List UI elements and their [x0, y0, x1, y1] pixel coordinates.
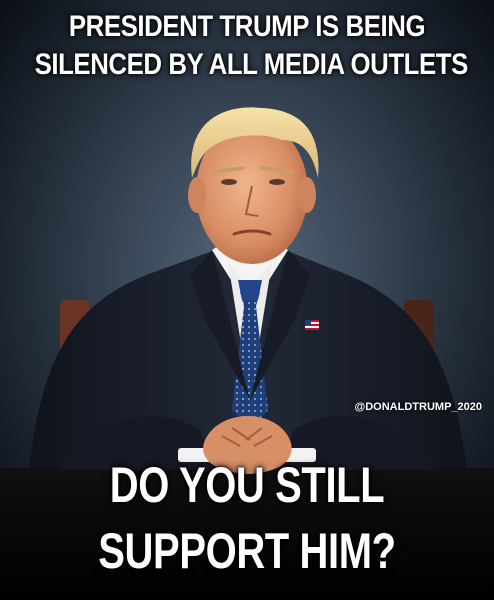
right-eye — [269, 179, 285, 185]
top-caption: PRESIDENT TRUMP IS BEING SILENCED BY ALL… — [34, 8, 469, 84]
right-ear — [298, 177, 316, 213]
left-eye — [221, 179, 237, 185]
meme-image: PRESIDENT TRUMP IS BEING SILENCED BY ALL… — [0, 0, 494, 600]
top-caption-line-1: PRESIDENT TRUMP IS BEING — [68, 10, 426, 43]
left-ear — [188, 177, 206, 213]
bottom-caption: DO YOU STILL SUPPORT HIM? — [49, 452, 444, 584]
bottom-caption-line-1: DO YOU STILL — [109, 457, 385, 513]
top-caption-line-2: SILENCED BY ALL MEDIA OUTLETS — [34, 48, 469, 81]
bottom-caption-line-2: SUPPORT HIM? — [98, 523, 396, 579]
american-flag-icon — [305, 320, 319, 330]
watermark-handle: @DONALDTRUMP_2020 — [354, 401, 482, 413]
tie-knot — [238, 280, 262, 300]
